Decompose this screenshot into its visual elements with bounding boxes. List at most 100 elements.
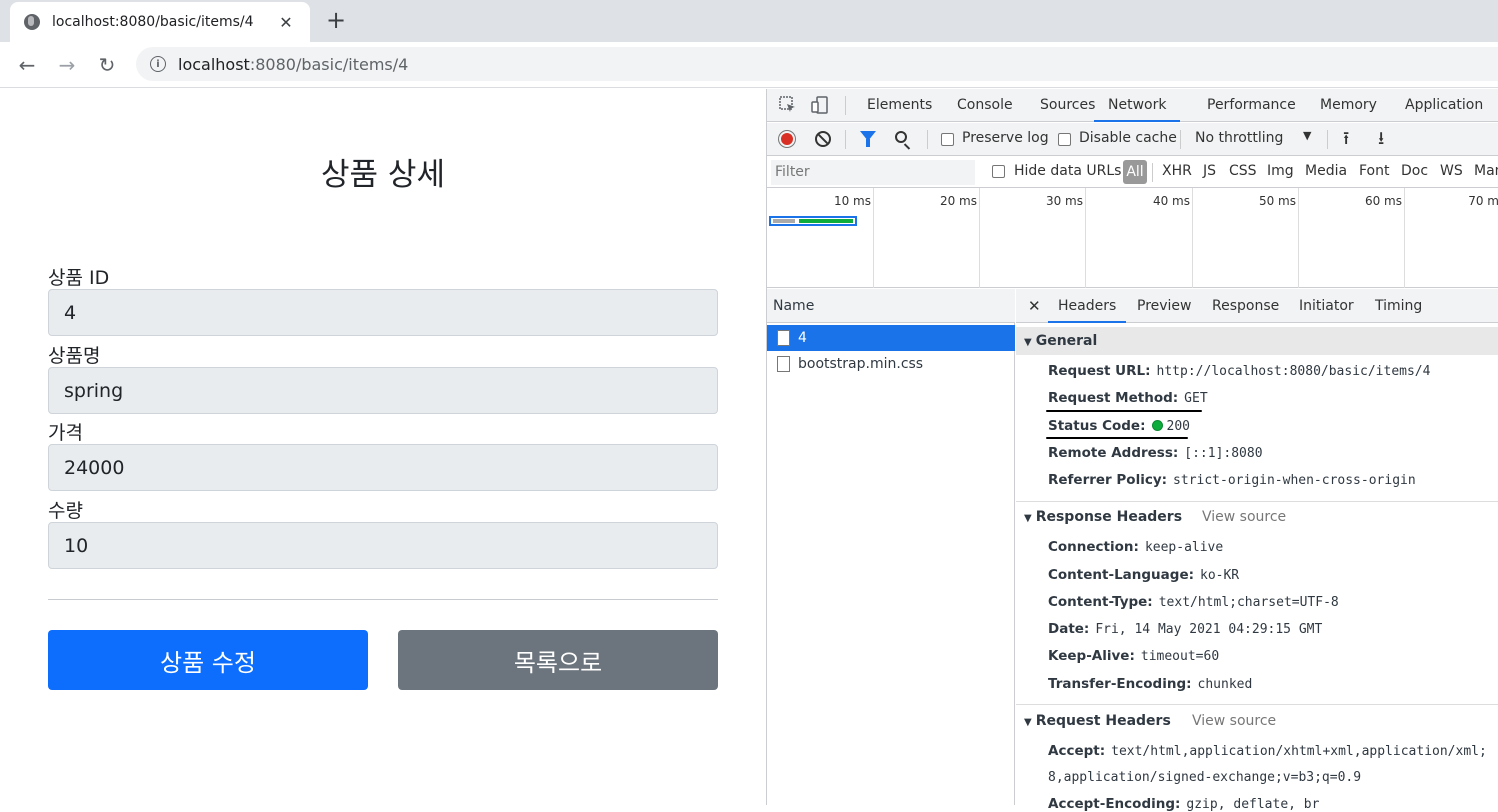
hide-data-urls-checkbox[interactable] (992, 165, 1005, 178)
devtools-tabs: Elements Console Sources Network Perform… (767, 89, 1498, 122)
tab-performance[interactable]: Performance (1207, 89, 1296, 122)
type-filter-all[interactable]: All (1123, 160, 1147, 184)
request-headers-section-header[interactable]: ▼ Request Headers View source (1016, 707, 1498, 735)
view-source-link[interactable]: View source (1192, 707, 1276, 735)
price-field[interactable]: 24000 (48, 444, 718, 491)
close-tab-icon[interactable]: ✕ (276, 13, 296, 32)
chevron-down-icon[interactable]: ▼ (1303, 129, 1311, 142)
type-filter-ws[interactable]: WS (1440, 163, 1463, 179)
status-code-row: Status Code: 200 (1048, 418, 1190, 434)
tab-network[interactable]: Network (1094, 89, 1181, 122)
tab-application[interactable]: Application (1405, 89, 1483, 122)
name-column-header[interactable]: Name (767, 289, 1015, 323)
general-section-header[interactable]: ▼ General (1016, 327, 1498, 355)
timeline-tick: 50 ms (1258, 194, 1296, 208)
item-id-label: 상품 ID (48, 267, 110, 289)
tab-response[interactable]: Response (1212, 289, 1279, 323)
type-filter-doc[interactable]: Doc (1401, 163, 1428, 179)
collapse-triangle-icon: ▼ (1024, 717, 1032, 728)
page-content: 상품 상세 상품 ID 4 상품명 spring 가격 24000 수량 10 … (0, 89, 766, 805)
page-title: 상품 상세 (321, 157, 445, 193)
close-details-icon[interactable]: ✕ (1028, 289, 1041, 323)
header-row: Date: Fri, 14 May 2021 04:29:15 GMT (1048, 621, 1323, 637)
type-filter-font[interactable]: Font (1359, 163, 1389, 179)
tab-sources[interactable]: Sources (1040, 89, 1095, 122)
document-icon (777, 330, 790, 346)
tab-timing[interactable]: Timing (1375, 289, 1422, 323)
edit-item-button[interactable]: 상품 수정 (48, 630, 368, 690)
status-ok-icon (1151, 420, 1163, 431)
quantity-field[interactable]: 10 (48, 522, 718, 569)
type-filter-js[interactable]: JS (1203, 163, 1216, 179)
import-har-icon[interactable]: ⭱ (1343, 126, 1349, 156)
view-source-link[interactable]: View source (1202, 503, 1286, 531)
timeline-tick: 30 ms (1045, 194, 1083, 208)
tab-headers[interactable]: Headers (1048, 289, 1127, 323)
url-text: localhost:8080/basic/items/4 (178, 54, 409, 74)
timeline-tick: 10 ms (833, 194, 871, 208)
reload-icon[interactable]: ↻ (93, 51, 121, 79)
referrer-policy-row: Referrer Policy: strict-origin-when-cross… (1048, 472, 1416, 488)
search-icon[interactable] (895, 131, 907, 143)
hand-drawn-underline (1046, 437, 1188, 439)
timeline-tick: 40 ms (1152, 194, 1190, 208)
export-har-icon[interactable]: ⭳ (1378, 126, 1384, 156)
remote-address-row: Remote Address: [::1]:8080 (1048, 445, 1263, 461)
network-toolbar: Preserve log Disable cache No throttling… (767, 123, 1498, 156)
back-icon[interactable]: ← (13, 51, 41, 79)
back-to-list-button[interactable]: 목록으로 (398, 630, 718, 690)
globe-icon (24, 14, 40, 30)
price-label: 가격 (48, 422, 83, 444)
filter-input[interactable]: Filter (771, 160, 975, 185)
filter-icon[interactable] (860, 131, 876, 147)
device-toolbar-icon[interactable] (811, 96, 829, 114)
tab-title: localhost:8080/basic/items/4 (52, 14, 254, 30)
header-row: Accept-Encoding: gzip, deflate, br (1048, 796, 1320, 812)
detail-tabs: ✕ Headers Preview Response Initiator Tim… (1016, 289, 1498, 323)
tab-initiator[interactable]: Initiator (1299, 289, 1354, 323)
inspect-element-icon[interactable] (779, 96, 797, 114)
type-filter-manifest[interactable]: Man (1474, 163, 1498, 179)
item-id-field[interactable]: 4 (48, 289, 718, 336)
address-bar[interactable]: i localhost:8080/basic/items/4 (136, 47, 1498, 81)
timeline-tick: 60 ms (1364, 194, 1402, 208)
tab-elements[interactable]: Elements (867, 89, 932, 122)
preserve-log-label: Preserve log (962, 130, 1049, 146)
item-name-label: 상품명 (48, 345, 101, 367)
preserve-log-checkbox[interactable] (941, 133, 954, 146)
request-row[interactable]: bootstrap.min.css (767, 351, 1015, 377)
tab-preview[interactable]: Preview (1137, 289, 1192, 323)
new-tab-icon[interactable]: + (326, 8, 346, 32)
quantity-label: 수량 (48, 500, 83, 522)
browser-tab[interactable]: localhost:8080/basic/items/4 ✕ (10, 2, 310, 42)
tab-memory[interactable]: Memory (1320, 89, 1377, 122)
hide-data-urls-label: Hide data URLs (1014, 163, 1122, 179)
site-info-icon[interactable]: i (150, 56, 166, 72)
request-list: Name 4 bootstrap.min.css (767, 289, 1015, 805)
timeline-overview[interactable]: 10 ms 20 ms 30 ms 40 ms 50 ms 60 ms 70 m (767, 188, 1498, 288)
type-filter-css[interactable]: CSS (1229, 163, 1257, 179)
disable-cache-label: Disable cache (1079, 130, 1177, 146)
clear-icon[interactable] (815, 131, 831, 147)
type-filter-media[interactable]: Media (1305, 163, 1347, 179)
item-name-field[interactable]: spring (48, 367, 718, 414)
forward-icon[interactable]: → (53, 51, 81, 79)
header-row: Transfer-Encoding: chunked (1048, 676, 1253, 692)
type-filter-xhr[interactable]: XHR (1162, 163, 1192, 179)
request-row[interactable]: 4 (767, 325, 1015, 351)
collapse-triangle-icon: ▼ (1024, 513, 1032, 524)
browser-toolbar: ← → ↻ i localhost:8080/basic/items/4 (0, 42, 1498, 88)
separator (845, 96, 846, 115)
type-filter-img[interactable]: Img (1267, 163, 1294, 179)
disable-cache-checkbox[interactable] (1058, 133, 1071, 146)
timeline-tick: 20 ms (939, 194, 977, 208)
header-row: Connection: keep-alive (1048, 539, 1224, 555)
throttling-select[interactable]: No throttling (1195, 130, 1283, 146)
record-icon[interactable] (779, 131, 795, 147)
tab-strip: localhost:8080/basic/items/4 ✕ + (0, 0, 1498, 42)
response-headers-section-header[interactable]: ▼ Response Headers View source (1016, 503, 1498, 531)
header-row: Accept: text/html,application/xhtml+xml,a… (1048, 743, 1487, 759)
document-icon (777, 356, 790, 372)
tab-console[interactable]: Console (957, 89, 1013, 122)
header-row-continued: 8,application/signed-exchange;v=b3;q=0.9 (1048, 770, 1362, 785)
